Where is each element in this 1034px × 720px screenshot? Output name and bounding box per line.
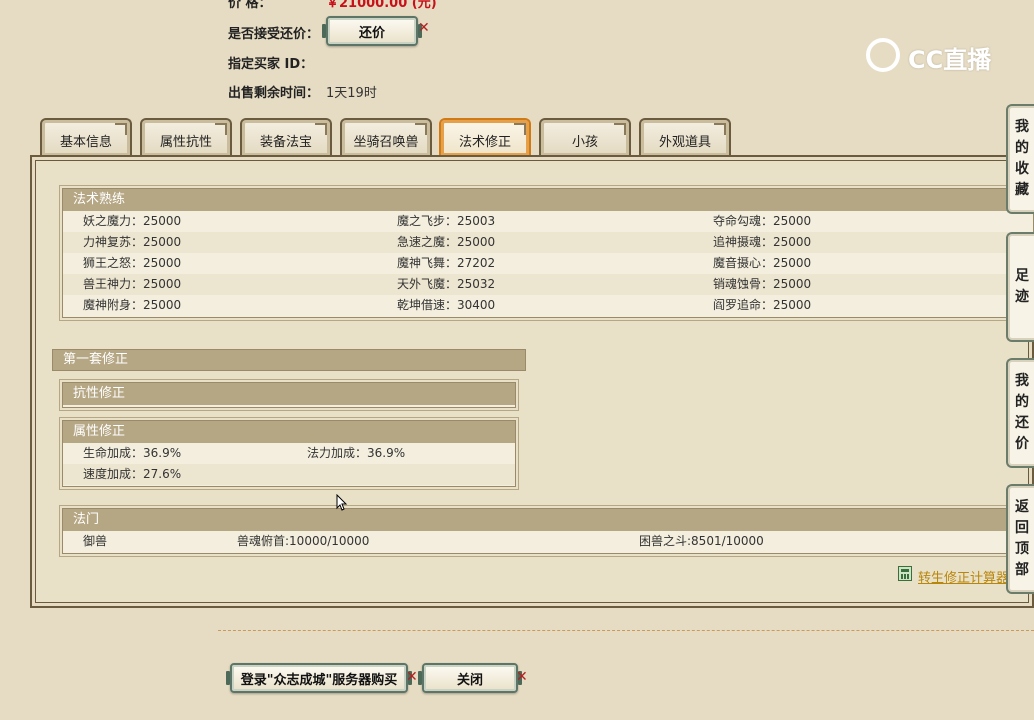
resist-correction-title: 抗性修正: [63, 383, 515, 405]
sidebar-char: 足: [1015, 268, 1029, 284]
counter-offer-label: 是否接受还价：: [228, 27, 320, 42]
attribute-cell: 法力加成：36.9%: [307, 446, 406, 460]
tab-attributes[interactable]: 属性抗性: [140, 118, 232, 156]
first-set-title: 第一套修正: [52, 349, 526, 371]
login-purchase-button-label: 登录"众志成城"服务器购买: [240, 672, 398, 688]
divider: [218, 630, 1034, 631]
table-row: 生命加成：36.9% 法力加成：36.9%: [63, 443, 515, 464]
tab-label: 基本信息: [59, 134, 112, 150]
time-left-value: 1天19时: [326, 86, 377, 101]
sidebar-item-my-offers[interactable]: 我 的 还 价: [1006, 358, 1034, 468]
spell-cell: 夺命勾魂：25000: [713, 214, 812, 228]
table-row: 妖之魔力：25000 魔之飞步：25003 夺命勾魂：25000: [63, 211, 1033, 232]
tab-children[interactable]: 小孩: [539, 118, 631, 156]
spell-cell: 天外飞魔：25032: [397, 277, 496, 291]
counter-offer-button-label: 还价: [358, 25, 385, 41]
cc-logo-icon: [866, 38, 900, 72]
sidebar-char: 返: [1015, 499, 1029, 515]
mouse-cursor-icon: [336, 494, 348, 511]
sidebar-item-favorites[interactable]: 我 的 收 藏: [1006, 104, 1034, 214]
price-value: ￥21000.00 (元): [326, 0, 437, 11]
attribute-grid: 生命加成：36.9% 法力加成：36.9% 速度加成：27.6%: [63, 443, 515, 485]
tab-equipment[interactable]: 装备法宝: [240, 118, 332, 156]
spell-cell: 魔之飞步：25003: [397, 214, 496, 228]
sect-cell: 困兽之斗:8501/10000: [639, 534, 764, 548]
tab-label: 小孩: [571, 134, 598, 150]
sidebar-char: 回: [1015, 520, 1029, 536]
spell-cell: 兽王神力：25000: [83, 277, 182, 291]
tab-mounts-summons[interactable]: 坐骑召唤兽: [340, 118, 432, 156]
tab-label: 坐骑召唤兽: [353, 134, 419, 150]
table-row: 兽王神力：25000 天外飞魔：25032 销魂蚀骨：25000: [63, 274, 1033, 295]
spell-cell: 狮王之怒：25000: [83, 256, 182, 270]
price-label: 价 格：: [228, 0, 272, 11]
sidebar-char: 还: [1015, 415, 1029, 431]
close-button[interactable]: 关闭: [418, 663, 522, 693]
spell-cell: 追神摄魂：25000: [713, 235, 812, 249]
resist-correction-section: 抗性修正: [62, 382, 516, 408]
tab-label: 外观道具: [658, 134, 711, 150]
sidebar-item-back-to-top[interactable]: 返 回 顶 部: [1006, 484, 1034, 594]
sect-section: 法门 御兽 兽魂俯首:10000/10000 困兽之斗:8501/10000: [62, 508, 1034, 554]
spell-cell: 阎罗追命：25000: [713, 298, 812, 312]
sect-title: 法门: [63, 509, 1033, 531]
spell-cell: 魔神飞舞：27202: [397, 256, 496, 270]
buyer-id-label: 指定买家 ID：: [228, 57, 314, 72]
sidebar-char: 的: [1015, 140, 1029, 156]
tab-label: 法术修正: [458, 134, 511, 150]
tab-label: 属性抗性: [159, 134, 212, 150]
calculator-icon: [898, 566, 912, 581]
spell-mastery-section: 法术熟练 妖之魔力：25000 魔之飞步：25003 夺命勾魂：25000 力神…: [62, 188, 1034, 318]
attribute-correction-section: 属性修正 生命加成：36.9% 法力加成：36.9% 速度加成：27.6%: [62, 420, 516, 487]
spell-mastery-grid: 妖之魔力：25000 魔之飞步：25003 夺命勾魂：25000 力神复苏：25…: [63, 211, 1033, 316]
cc-live-watermark: CC直播: [864, 34, 1004, 76]
sidebar-char: 迹: [1015, 289, 1029, 305]
watermark-text: CC直播: [908, 46, 992, 74]
spell-mastery-title: 法术熟练: [63, 189, 1033, 211]
spell-cell: 力神复苏：25000: [83, 235, 182, 249]
sidebar-char: 我: [1015, 119, 1029, 135]
spell-cell: 乾坤借速：30400: [397, 298, 496, 312]
tab-label: 装备法宝: [259, 134, 312, 150]
close-x-icon: ✕: [516, 669, 528, 685]
spell-cell: 魔神附身：25000: [83, 298, 182, 312]
spell-cell: 急速之魔：25000: [397, 235, 496, 249]
login-purchase-button[interactable]: 登录"众志成城"服务器购买: [226, 663, 412, 693]
sidebar-char: 价: [1015, 436, 1029, 452]
tab-spell-correction[interactable]: 法术修正: [439, 118, 531, 156]
tab-appearance[interactable]: 外观道具: [639, 118, 731, 156]
spell-cell: 妖之魔力：25000: [83, 214, 182, 228]
time-left-label: 出售剩余时间：: [228, 86, 320, 101]
table-row: 狮王之怒：25000 魔神飞舞：27202 魔音摄心：25000: [63, 253, 1033, 274]
sidebar-char: 藏: [1015, 182, 1029, 198]
attribute-cell: 速度加成：27.6%: [83, 467, 182, 481]
sidebar-char: 的: [1015, 394, 1029, 410]
attribute-correction-title: 属性修正: [63, 421, 515, 443]
calculator-link[interactable]: 转生修正计算器: [918, 567, 1009, 586]
sidebar-char: 顶: [1015, 541, 1029, 557]
close-x-icon: ✕: [406, 669, 418, 685]
attribute-cell: 生命加成：36.9%: [83, 446, 182, 460]
counter-offer-button[interactable]: 还价: [322, 16, 422, 46]
close-x-icon: ✕: [418, 20, 430, 36]
tab-basic-info[interactable]: 基本信息: [40, 118, 132, 156]
spell-cell: 销魂蚀骨：25000: [713, 277, 812, 291]
sidebar-char: 收: [1015, 161, 1029, 177]
sidebar-char: 部: [1015, 562, 1029, 578]
sect-cell: 兽魂俯首:10000/10000: [237, 534, 370, 548]
sidebar-item-history[interactable]: 足 迹: [1006, 232, 1034, 342]
table-row: 魔神附身：25000 乾坤借速：30400 阎罗追命：25000: [63, 295, 1033, 316]
spell-cell: 魔音摄心：25000: [713, 256, 812, 270]
close-button-label: 关闭: [456, 672, 483, 688]
table-row: 速度加成：27.6%: [63, 464, 515, 485]
sidebar-char: 我: [1015, 373, 1029, 389]
sect-cell: 御兽: [83, 534, 108, 548]
table-row: 力神复苏：25000 急速之魔：25000 追神摄魂：25000: [63, 232, 1033, 253]
table-row: 御兽 兽魂俯首:10000/10000 困兽之斗:8501/10000: [63, 531, 1033, 552]
